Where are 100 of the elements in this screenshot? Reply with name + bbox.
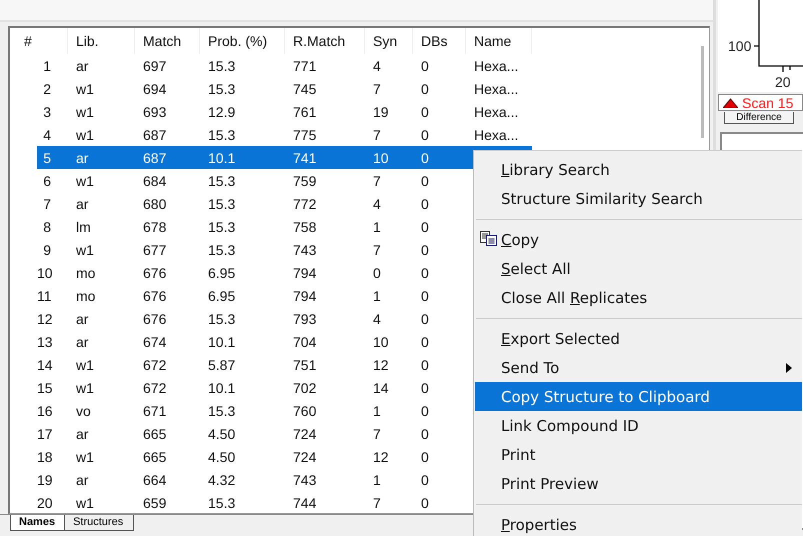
table-cell-text: vo bbox=[75, 402, 92, 418]
table-cell-text: w1 bbox=[75, 448, 95, 464]
menu-item[interactable]: Link Compound ID bbox=[475, 411, 802, 440]
table-cell-text: 0 bbox=[420, 126, 430, 142]
table-cell-text: 665 bbox=[142, 426, 168, 442]
table-cell-text: 12 bbox=[372, 356, 390, 372]
table-cell-text: 5 bbox=[42, 150, 52, 166]
table-cell-text: 0 bbox=[420, 472, 430, 488]
table-cell-text: 724 bbox=[292, 448, 318, 464]
table-cell-text: 0 bbox=[420, 288, 430, 304]
tab[interactable]: Structures bbox=[64, 515, 134, 531]
menu-item[interactable]: Copy Structure to Clipboard bbox=[475, 382, 802, 411]
menu-item[interactable]: Print bbox=[475, 440, 802, 469]
menu-item[interactable]: Print Preview bbox=[475, 469, 802, 498]
table-cell-text: ar bbox=[75, 150, 90, 166]
menu-item[interactable]: Properties bbox=[475, 510, 802, 536]
table-cell-text: 684 bbox=[142, 172, 168, 188]
table-cell-text: 15.3 bbox=[207, 242, 236, 258]
table-cell-text: 19 bbox=[372, 104, 390, 120]
table-cell-text: 697 bbox=[142, 58, 168, 74]
table-cell-text: 761 bbox=[292, 104, 318, 120]
table-cell-text: w1 bbox=[75, 126, 95, 142]
table-cell-text: 4 bbox=[42, 126, 52, 142]
table-cell-text: w1 bbox=[75, 356, 95, 372]
table-cell-text: 0 bbox=[420, 494, 430, 510]
column-header[interactable]: R.Match bbox=[285, 28, 365, 54]
table-cell-text: 15.3 bbox=[207, 126, 236, 142]
table-cell-text: 693 bbox=[142, 104, 168, 120]
table-cell-text: w1 bbox=[75, 494, 95, 510]
table-cell-text: 741 bbox=[292, 150, 318, 166]
table-row[interactable]: 1 ar 697 15.3 771 4 0 Hexa... bbox=[37, 54, 532, 77]
table-cell-text: 10.1 bbox=[207, 380, 236, 396]
table-cell-text: ar bbox=[75, 334, 90, 350]
table-cell-text: w1 bbox=[75, 104, 95, 120]
table-row[interactable]: 2 w1 694 15.3 745 7 0 Hexa... bbox=[37, 77, 532, 100]
table-cell-text: 4.50 bbox=[207, 426, 236, 442]
table-cell-text: 687 bbox=[142, 126, 168, 142]
table-cell-text: 676 bbox=[142, 288, 168, 304]
table-cell-text: 15.3 bbox=[207, 402, 236, 418]
table-cell-text: 775 bbox=[292, 126, 318, 142]
scan-name: Scan 15 bbox=[742, 95, 794, 110]
column-header[interactable]: # bbox=[10, 28, 68, 54]
table-cell-text: 1 bbox=[372, 288, 382, 304]
tab[interactable]: Difference bbox=[724, 112, 794, 124]
menu-item[interactable]: Select All bbox=[475, 254, 802, 283]
menu-item[interactable]: Close All Replicates bbox=[475, 283, 802, 312]
menu-item[interactable]: Send To bbox=[475, 353, 802, 382]
table-cell-text: 4 bbox=[372, 58, 382, 74]
axis-tick-label: 20 bbox=[775, 74, 791, 90]
table-cell-text: 0 bbox=[420, 448, 430, 464]
tab[interactable]: Names bbox=[10, 515, 66, 531]
column-header[interactable]: DBs bbox=[413, 28, 466, 54]
table-row[interactable]: 4 w1 687 15.3 775 7 0 Hexa... bbox=[37, 123, 532, 146]
table-cell-text: 7 bbox=[372, 80, 382, 96]
table-cell-text: 724 bbox=[292, 426, 318, 442]
table-cell-text: 15.3 bbox=[207, 218, 236, 234]
column-header[interactable]: Name bbox=[466, 28, 532, 54]
table-cell-text: 4.50 bbox=[207, 448, 236, 464]
table-cell-text: 794 bbox=[292, 264, 318, 280]
menu-item[interactable]: Structure Similarity Search bbox=[475, 184, 802, 213]
table-cell-text: 9 bbox=[42, 242, 52, 258]
table-cell-text: 20 bbox=[37, 494, 54, 510]
table-cell-text: 10 bbox=[37, 264, 54, 280]
table-cell-text: 672 bbox=[142, 380, 168, 396]
table-cell-text: 14 bbox=[37, 356, 54, 372]
menu-item[interactable]: Copy bbox=[475, 225, 802, 254]
table-cell-text: 745 bbox=[292, 80, 318, 96]
table-cell-text: 7 bbox=[372, 494, 382, 510]
table-cell-text: 10 bbox=[372, 334, 390, 350]
table-cell-text: 677 bbox=[142, 242, 168, 258]
table-cell-text: 0 bbox=[420, 242, 430, 258]
table-cell-text: 0 bbox=[420, 334, 430, 350]
table-cell-text: 0 bbox=[420, 264, 430, 280]
table-cell-text: 743 bbox=[292, 242, 318, 258]
table-cell-text: 14 bbox=[372, 380, 390, 396]
column-header[interactable]: Lib. bbox=[68, 28, 135, 54]
column-header[interactable]: Prob. (%) bbox=[200, 28, 285, 54]
column-header[interactable]: Syn bbox=[365, 28, 413, 54]
table-cell-text: 8 bbox=[42, 218, 52, 234]
column-header[interactable]: Match bbox=[135, 28, 200, 54]
table-cell-text: 0 bbox=[420, 402, 430, 418]
triangle-icon bbox=[723, 98, 738, 108]
table-row[interactable]: 3 w1 693 12.9 761 19 0 Hexa... bbox=[37, 100, 532, 123]
table-cell-text: w1 bbox=[75, 380, 95, 396]
table-cell-text: 0 bbox=[420, 80, 430, 96]
table-cell-text: 6.95 bbox=[207, 288, 236, 304]
table-cell-text: 0 bbox=[420, 310, 430, 326]
table-cell-text: 7 bbox=[372, 172, 382, 188]
scrollbar-thumb[interactable] bbox=[700, 46, 704, 138]
menu-item[interactable]: Export Selected bbox=[475, 324, 802, 353]
table-cell-text: 13 bbox=[37, 334, 54, 350]
table-cell-text: mo bbox=[75, 264, 96, 280]
table-cell-text: 12.9 bbox=[207, 104, 236, 120]
table-cell-text: 7 bbox=[372, 426, 382, 442]
table-cell-text: ar bbox=[75, 426, 90, 442]
table-cell-text: 665 bbox=[142, 448, 168, 464]
table-cell-text: 19 bbox=[37, 472, 54, 488]
axis-tick-label: 100 bbox=[728, 38, 752, 54]
table-cell-text: 15.3 bbox=[207, 196, 236, 212]
table-cell-text: 760 bbox=[292, 402, 318, 418]
